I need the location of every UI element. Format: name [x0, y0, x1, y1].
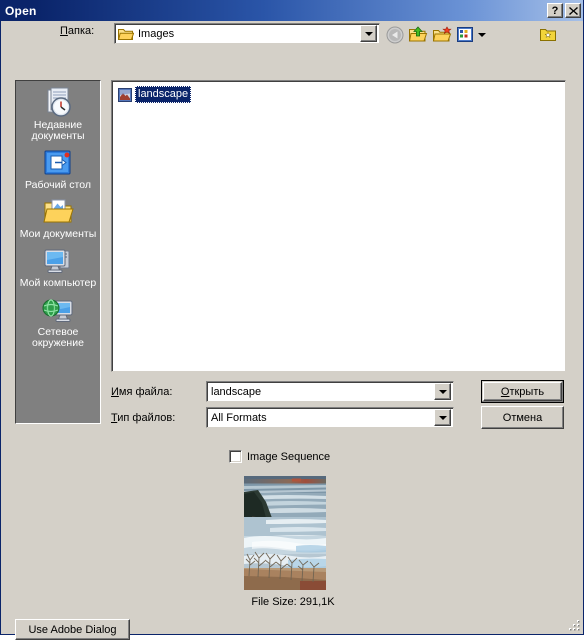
places-bar: Недавние документы Рабочий стол Мои доку… [15, 80, 101, 424]
image-sequence-label: Image Sequence [247, 450, 331, 463]
my-documents-icon [42, 196, 74, 228]
list-item[interactable]: landscape [117, 86, 192, 103]
close-button[interactable] [565, 3, 581, 18]
image-file-icon [117, 87, 133, 103]
back-icon [386, 26, 404, 44]
chevron-down-icon [438, 389, 447, 394]
lookin-label: Папка: [60, 25, 94, 37]
views-button[interactable] [456, 25, 486, 45]
filename-label: Имя файла: [111, 386, 172, 398]
lookin-combobox[interactable]: Images [114, 23, 380, 44]
lookin-label-accel: П [60, 25, 68, 37]
filetype-label-rest: ип файлов: [117, 412, 176, 424]
list-item-label: landscape [135, 86, 192, 103]
preview-thumbnail [244, 476, 326, 590]
help-button[interactable]: ? [547, 3, 563, 18]
up-one-level-button[interactable] [407, 25, 429, 45]
preview-image [244, 476, 326, 590]
lookin-label-rest: апка: [67, 25, 95, 37]
views-icon [456, 27, 473, 42]
filename-label-accel: И [111, 386, 119, 398]
window-title: Open [5, 3, 37, 18]
filename-combobox[interactable]: landscape [206, 381, 454, 402]
lookin-value: Images [138, 27, 175, 40]
title-bar[interactable]: Open ? [1, 0, 583, 21]
file-list-view[interactable]: landscape [111, 80, 566, 372]
my-computer-icon [42, 245, 74, 277]
sidebar-item-recent-documents[interactable]: Недавние документы [16, 85, 100, 143]
cancel-button[interactable]: Отмена [481, 406, 564, 429]
title-bar-buttons: ? [547, 3, 581, 18]
sidebar-item-my-documents[interactable]: Мои документы [16, 194, 100, 241]
sidebar-item-label: Мой компьютер [19, 277, 97, 289]
chevron-down-icon [438, 415, 447, 420]
sidebar-item-desktop[interactable]: Рабочий стол [16, 145, 100, 192]
sidebar-item-my-computer[interactable]: Мой компьютер [16, 243, 100, 290]
desktop-icon [42, 147, 74, 179]
filetype-value: All Formats [211, 411, 267, 424]
image-sequence-checkbox[interactable] [229, 450, 242, 463]
filename-label-rest: мя файла: [118, 386, 173, 398]
filetype-dropdown-button[interactable] [434, 409, 451, 426]
close-icon [568, 6, 578, 15]
filetype-combobox[interactable]: All Formats [206, 407, 454, 428]
sidebar-item-label: Сетевое окружение [32, 326, 84, 349]
tools-button[interactable] [537, 25, 559, 45]
dialog-body: Папка: Images Недавние документы Рабочий… [1, 21, 583, 640]
open-file-dialog: Open ? Папка: Images Недавние документы … [0, 0, 584, 640]
lookin-dropdown-button[interactable] [360, 25, 377, 42]
image-sequence-option[interactable]: Image Sequence [229, 450, 330, 463]
up-one-level-icon [408, 26, 428, 42]
tools-folder-icon [540, 29, 556, 41]
filename-input[interactable]: landscape [207, 386, 434, 398]
views-chevron-down-icon [477, 33, 486, 37]
back-button[interactable] [384, 25, 406, 45]
open-button[interactable]: Открыть [481, 380, 564, 403]
filename-dropdown-button[interactable] [434, 383, 451, 400]
sidebar-item-label: Недавние документы [31, 119, 85, 142]
network-places-icon [42, 294, 74, 326]
resize-grip[interactable] [567, 618, 581, 632]
new-folder-icon [432, 26, 452, 42]
filetype-label: Тип файлов: [111, 412, 175, 424]
open-button-label: Открыть [500, 385, 545, 398]
sidebar-item-label: Рабочий стол [25, 179, 91, 191]
chevron-down-icon [364, 31, 373, 36]
folder-open-icon [117, 27, 135, 41]
file-size-text: File Size: 291,1K [251, 596, 335, 608]
recent-documents-icon [42, 87, 74, 119]
sidebar-item-network-places[interactable]: Сетевое окружение [16, 292, 100, 350]
new-folder-button[interactable] [431, 25, 453, 45]
sidebar-item-label: Мои документы [19, 228, 97, 240]
use-adobe-dialog-button[interactable]: Use Adobe Dialog [15, 619, 130, 640]
